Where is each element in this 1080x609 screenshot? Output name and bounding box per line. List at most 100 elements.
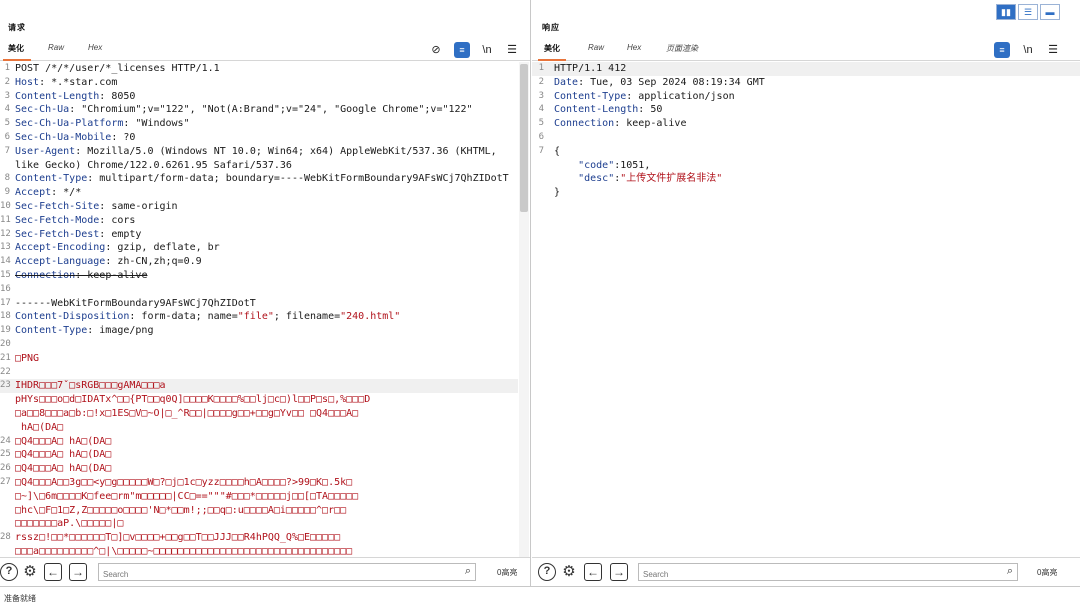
header-key: Accept-Language bbox=[15, 256, 106, 268]
header-value: : application/json bbox=[626, 90, 735, 102]
header-line: Content-Type: application/json bbox=[554, 90, 735, 104]
line-number: 14 bbox=[0, 256, 11, 267]
response-match-count: 0高亮 bbox=[1037, 568, 1058, 577]
line-number: 6 bbox=[4, 131, 10, 142]
newline-toggle-button[interactable]: \n bbox=[479, 42, 495, 58]
help-icon[interactable]: ? bbox=[0, 563, 18, 581]
search-icon[interactable]: ⌕ bbox=[1007, 565, 1013, 578]
request-tab-raw[interactable]: Raw bbox=[48, 43, 64, 52]
line-number: 18 bbox=[0, 311, 11, 322]
back-arrow-icon[interactable]: ← bbox=[44, 563, 62, 581]
code-line: 22 bbox=[0, 366, 518, 380]
view-horizontal-button[interactable]: ☰ bbox=[1018, 4, 1038, 20]
response-tab-render[interactable]: 页面渲染 bbox=[666, 43, 698, 54]
line-number: 23 bbox=[0, 380, 11, 391]
header-line: Sec-Ch-Ua: "Chromium";v="122", "Not(A:Br… bbox=[15, 103, 473, 117]
response-editor[interactable]: 1 HTTP/1.1 412 2 Date: Tue, 03 Sep 2024 08:… bbox=[532, 62, 1080, 557]
request-tabs: 美化 Raw Hex bbox=[0, 39, 530, 61]
binary-content: □~]\□6m□□□□K□fee□rm"m□□□□□|CC□=="""#□□□*… bbox=[15, 490, 359, 502]
search-icon[interactable]: ⌕ bbox=[465, 565, 471, 578]
body-line: { bbox=[554, 145, 561, 157]
line-number: 16 bbox=[0, 283, 11, 294]
header-key: Date bbox=[554, 76, 579, 88]
code-line: 6 Sec-Ch-Ua-Mobile: ?0 bbox=[0, 131, 518, 145]
line-number: 3 bbox=[4, 90, 10, 101]
help-icon[interactable]: ? bbox=[538, 563, 556, 581]
request-pane: 请求 美化 Raw Hex ⊘ ≡ \n ☰ 1 POST /*/*/user/*… bbox=[0, 0, 531, 586]
code-line: 26 □Q4□□□A□ hA□(DA□ bbox=[0, 462, 518, 476]
json-field: "code":1051, bbox=[578, 159, 651, 171]
quoted-value: "file" bbox=[237, 311, 274, 323]
request-search-bar: ? ⚙ ← → ⌕ 0高亮 bbox=[0, 557, 530, 586]
code-line: 5 Sec-Ch-Ua-Platform: "Windows" bbox=[0, 117, 518, 131]
hide-nonprintable-icon[interactable]: ⊘ bbox=[428, 42, 444, 58]
line-number: 7 bbox=[538, 145, 544, 156]
line-number: 19 bbox=[0, 325, 11, 336]
line-number: 7 bbox=[4, 145, 10, 156]
view-single-button[interactable]: ▬ bbox=[1040, 4, 1060, 20]
newline-toggle-button[interactable]: \n bbox=[1020, 42, 1036, 58]
body-line: ------WebKitFormBoundary9AFsWCj7QhZIDotT bbox=[15, 297, 256, 309]
view-split-button[interactable]: ▮▮ bbox=[996, 4, 1016, 20]
response-tab-pretty[interactable]: 美化 bbox=[544, 43, 560, 54]
line-number: 4 bbox=[4, 104, 10, 115]
line-number: 11 bbox=[0, 214, 11, 225]
forward-arrow-icon[interactable]: → bbox=[610, 563, 628, 581]
response-tab-hex[interactable]: Hex bbox=[627, 43, 641, 52]
request-search-input[interactable] bbox=[99, 566, 475, 583]
status-text: 准备就绪 bbox=[4, 594, 36, 603]
header-key: Host bbox=[15, 76, 40, 88]
forward-arrow-icon[interactable]: → bbox=[69, 563, 87, 581]
binary-content: □Q4□□□A□□3g□□<y□g□□□□□W□?□j□1c□yzz□□□□h□… bbox=[15, 476, 353, 488]
pretty-format-icon[interactable]: ≡ bbox=[994, 42, 1010, 58]
line-number: 5 bbox=[538, 118, 544, 129]
code-line: 1 HTTP/1.1 412 bbox=[532, 62, 1080, 76]
header-key: Sec-Fetch-Dest bbox=[15, 228, 100, 240]
request-match-count: 0高亮 bbox=[497, 568, 518, 577]
header-value: : empty bbox=[99, 228, 142, 240]
line-number: 9 bbox=[4, 187, 10, 198]
response-search-box: ⌕ bbox=[638, 563, 1018, 583]
line-number: 4 bbox=[538, 104, 544, 115]
pretty-format-icon[interactable]: ≡ bbox=[454, 42, 470, 58]
binary-content: □□□□□□□aP.\□□□□□|□ bbox=[15, 518, 124, 530]
header-value: : gzip, deflate, br bbox=[105, 242, 220, 254]
header-value: : Mozilla/5.0 (Windows NT 10.0; Win64; x… bbox=[75, 145, 497, 157]
header-line: User-Agent: Mozilla/5.0 (Windows NT 10.0… bbox=[15, 145, 497, 159]
request-scrollbar[interactable] bbox=[519, 62, 529, 557]
code-line: 12 Sec-Fetch-Dest: empty bbox=[0, 228, 518, 242]
request-editor[interactable]: 1 POST /*/*/user/*_licenses HTTP/1.1 2 Host… bbox=[0, 62, 518, 557]
json-value: "上传文件扩展名非法" bbox=[620, 173, 723, 185]
header-value: : Tue, 03 Sep 2024 08:19:34 GMT bbox=[578, 76, 765, 88]
header-key: Content-Length bbox=[554, 104, 639, 116]
header-key: Sec-Fetch-Site bbox=[15, 200, 100, 212]
request-tab-underline bbox=[3, 59, 31, 61]
request-scrollbar-thumb[interactable] bbox=[520, 64, 528, 212]
menu-icon[interactable]: ☰ bbox=[1045, 42, 1061, 58]
response-search-bar: ? ⚙ ← → ⌕ 0高亮 bbox=[532, 557, 1080, 586]
settings-gear-icon[interactable]: ⚙ bbox=[560, 563, 578, 581]
code-line: 7{ bbox=[532, 145, 1080, 159]
line-number: 25 bbox=[0, 449, 11, 460]
line-number: 20 bbox=[0, 338, 11, 349]
request-tab-hex[interactable]: Hex bbox=[88, 43, 102, 52]
response-tab-raw[interactable]: Raw bbox=[588, 43, 604, 52]
binary-content: pHYs□□□o□d□IDATx^□□{PT□□q0Q]□□□□K□□□□%□□… bbox=[15, 394, 371, 406]
header-key: Content-Type bbox=[15, 325, 88, 337]
header-line: Connection: keep-alive bbox=[15, 269, 147, 283]
back-arrow-icon[interactable]: ← bbox=[584, 563, 602, 581]
code-line: 16 bbox=[0, 283, 518, 297]
response-search-input[interactable] bbox=[639, 566, 1017, 583]
menu-icon[interactable]: ☰ bbox=[504, 42, 520, 58]
code-line: 28 rssz□!□□*□□□□□□T□]□v□□□□+□□g□□T□□JJJ□□… bbox=[0, 531, 518, 545]
header-value: : cors bbox=[99, 214, 136, 226]
code-line: 1 POST /*/*/user/*_licenses HTTP/1.1 bbox=[0, 62, 518, 76]
code-line: □hc\□F□1□Z,Z□□□□□o□□□□'N□*□□m!;;□□q□:u□□… bbox=[0, 504, 518, 518]
code-line: 6 bbox=[532, 131, 1080, 145]
request-tab-pretty[interactable]: 美化 bbox=[8, 43, 24, 54]
code-line: } bbox=[532, 186, 1080, 200]
response-tab-underline bbox=[538, 59, 566, 61]
header-line: Content-Disposition: form-data; name="fi… bbox=[15, 310, 400, 324]
settings-gear-icon[interactable]: ⚙ bbox=[21, 563, 39, 581]
request-search-box: ⌕ bbox=[98, 563, 476, 583]
